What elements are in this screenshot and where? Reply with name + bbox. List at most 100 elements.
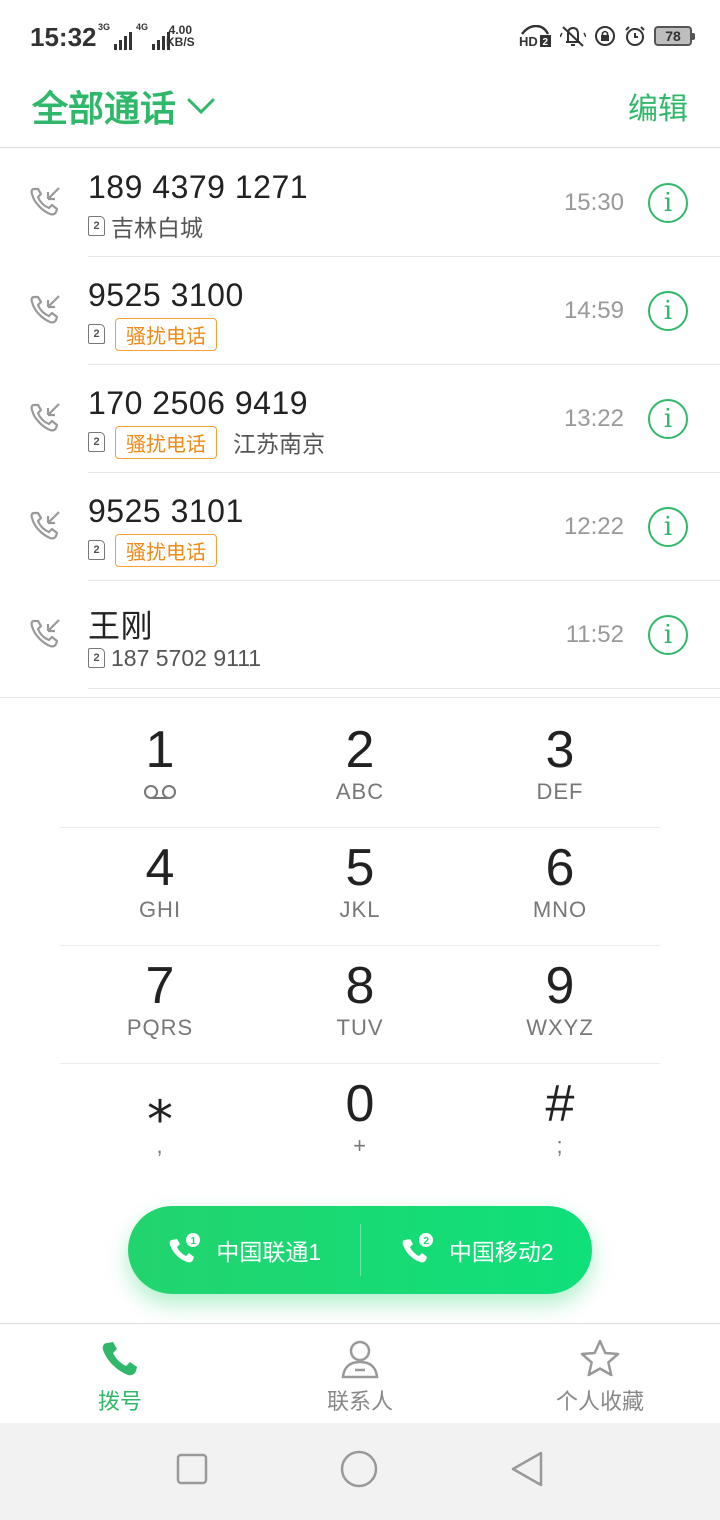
key-8[interactable]: 8 TUV	[260, 946, 460, 1063]
sim1-badge: 1	[191, 1236, 197, 1247]
chevron-down-icon	[187, 98, 215, 115]
sim-card-icon: 2	[88, 540, 105, 560]
key-5[interactable]: 5 JKL	[260, 828, 460, 945]
phone-sim2-icon: 2	[402, 1233, 433, 1263]
spam-tag: 骚扰电话	[115, 533, 217, 567]
network-speed: 4.00 KB/S	[166, 24, 195, 48]
key-letters: DEF	[536, 779, 584, 804]
phone-icon	[102, 1342, 137, 1376]
sim-card-icon: 2	[88, 216, 105, 236]
key-9[interactable]: 9 WXYZ	[460, 946, 660, 1063]
dial-sim1-button[interactable]: 1 中国联通1	[128, 1206, 360, 1294]
svg-text:HD: HD	[519, 34, 538, 47]
call-log-item[interactable]: 189 4379 1271 2 吉林白城 15:30 i	[0, 149, 720, 257]
call-log-list[interactable]: 189 4379 1271 2 吉林白城 15:30 i 9525 3100 2…	[0, 149, 720, 697]
phone-sim1-icon: 1	[169, 1233, 201, 1263]
sim-card-icon: 2	[88, 324, 105, 344]
call-time: 15:30	[563, 189, 624, 216]
dial-sim2-button[interactable]: 2 中国移动2	[361, 1206, 593, 1294]
key-letters: MNO	[532, 897, 588, 922]
nav-contacts-label: 联系人	[326, 1389, 393, 1414]
battery-icon: 78	[654, 26, 695, 46]
nav-dial[interactable]: 拨号	[0, 1324, 240, 1423]
key-digit: 4	[145, 839, 175, 897]
incoming-call-icon	[30, 511, 60, 540]
caller-name: 170 2506 9419	[88, 385, 309, 421]
spam-tag: 骚扰电话	[115, 317, 217, 351]
call-info-button[interactable]: i	[648, 507, 688, 547]
signal-indicators: 3G 4G	[98, 22, 171, 50]
call-info-button[interactable]: i	[648, 183, 688, 223]
vibrate-bell-icon	[560, 26, 586, 47]
recent-apps-button[interactable]	[176, 1453, 208, 1490]
call-time: 11:52	[565, 621, 624, 648]
network-speed-unit: KB/S	[166, 35, 195, 49]
key-letters: WXYZ	[526, 1015, 594, 1040]
call-details: 2 骚扰电话	[88, 317, 227, 351]
key-digit: 3	[545, 721, 575, 779]
key-7[interactable]: 7 PQRS	[60, 946, 260, 1063]
caller-name: 9525 3100	[88, 277, 244, 313]
square-icon	[176, 1453, 208, 1485]
call-filter-title: 全部通话	[32, 88, 177, 129]
key-digit: 8	[345, 957, 375, 1015]
call-details: 2 骚扰电话 江苏南京	[88, 425, 325, 459]
call-log-item[interactable]: 9525 3100 2 骚扰电话 14:59 i	[0, 257, 720, 365]
incoming-call-icon	[30, 403, 60, 432]
call-time: 12:22	[563, 513, 624, 540]
caller-name: 王刚	[88, 608, 154, 644]
call-time: 13:22	[563, 405, 624, 432]
call-info-button[interactable]: i	[648, 291, 688, 331]
sim-card-icon: 2	[88, 432, 105, 452]
bottom-nav: 拨号 联系人 个人收藏	[0, 1323, 720, 1423]
home-button[interactable]	[340, 1450, 378, 1493]
key-digit: 6	[545, 839, 575, 897]
status-bar: 15:32 3G 4G 4.00 KB/S HD 2 78	[0, 0, 720, 72]
key-hash[interactable]: #;	[460, 1064, 660, 1182]
key-4[interactable]: 4 GHI	[60, 828, 260, 945]
key-digit: 2	[345, 721, 375, 779]
svg-text:2: 2	[543, 37, 549, 47]
call-info-button[interactable]: i	[648, 615, 688, 655]
person-icon	[341, 1340, 379, 1379]
nav-contacts[interactable]: 联系人	[240, 1324, 480, 1423]
rotation-lock-icon	[595, 26, 615, 46]
caller-location: 吉林白城	[111, 215, 203, 241]
network-type-1: 3G	[98, 22, 111, 32]
caller-name: 9525 3101	[88, 493, 244, 529]
triangle-back-icon	[511, 1451, 543, 1487]
nav-favorites-label: 个人收藏	[555, 1389, 644, 1414]
nav-favorites[interactable]: 个人收藏	[480, 1324, 720, 1423]
key-digit: ⁎	[147, 1075, 173, 1133]
call-log-item[interactable]: 9525 3101 2 骚扰电话 12:22 i	[0, 473, 720, 581]
keypad-row: 1 2 ABC 3 DEF	[60, 710, 660, 828]
call-log-item[interactable]: 170 2506 9419 2 骚扰电话 江苏南京 13:22 i	[0, 365, 720, 473]
circle-icon	[340, 1450, 378, 1488]
nav-dial-label: 拨号	[97, 1389, 142, 1414]
incoming-call-icon	[30, 295, 60, 324]
info-icon: i	[663, 512, 673, 542]
call-time: 14:59	[563, 297, 624, 324]
key-2[interactable]: 2 ABC	[260, 710, 460, 827]
sim1-label: 中国联通1	[216, 1239, 322, 1265]
battery-level: 78	[665, 28, 681, 44]
key-letters: +	[353, 1133, 367, 1158]
key-1[interactable]: 1	[60, 710, 260, 827]
key-3[interactable]: 3 DEF	[460, 710, 660, 827]
system-nav-bar	[0, 1423, 720, 1520]
call-log-item[interactable]: 王刚 2 187 5702 9111 11:52 i	[0, 581, 720, 689]
call-details: 2 骚扰电话	[88, 533, 227, 567]
key-letters: JKL	[339, 897, 381, 922]
sim-dial-bar: 1 中国联通1 2 中国移动2	[128, 1206, 592, 1294]
key-0[interactable]: 0 +	[260, 1064, 460, 1182]
call-filter-dropdown[interactable]: 全部通话	[32, 80, 216, 132]
key-6[interactable]: 6 MNO	[460, 828, 660, 945]
info-icon: i	[663, 404, 673, 434]
edit-button[interactable]: 编辑	[628, 84, 688, 128]
back-button[interactable]	[510, 1450, 544, 1493]
sim-card-icon: 2	[88, 648, 105, 668]
call-info-button[interactable]: i	[648, 399, 688, 439]
incoming-call-icon	[30, 187, 60, 216]
key-star[interactable]: ⁎,	[60, 1064, 260, 1182]
star-icon	[580, 1339, 620, 1377]
